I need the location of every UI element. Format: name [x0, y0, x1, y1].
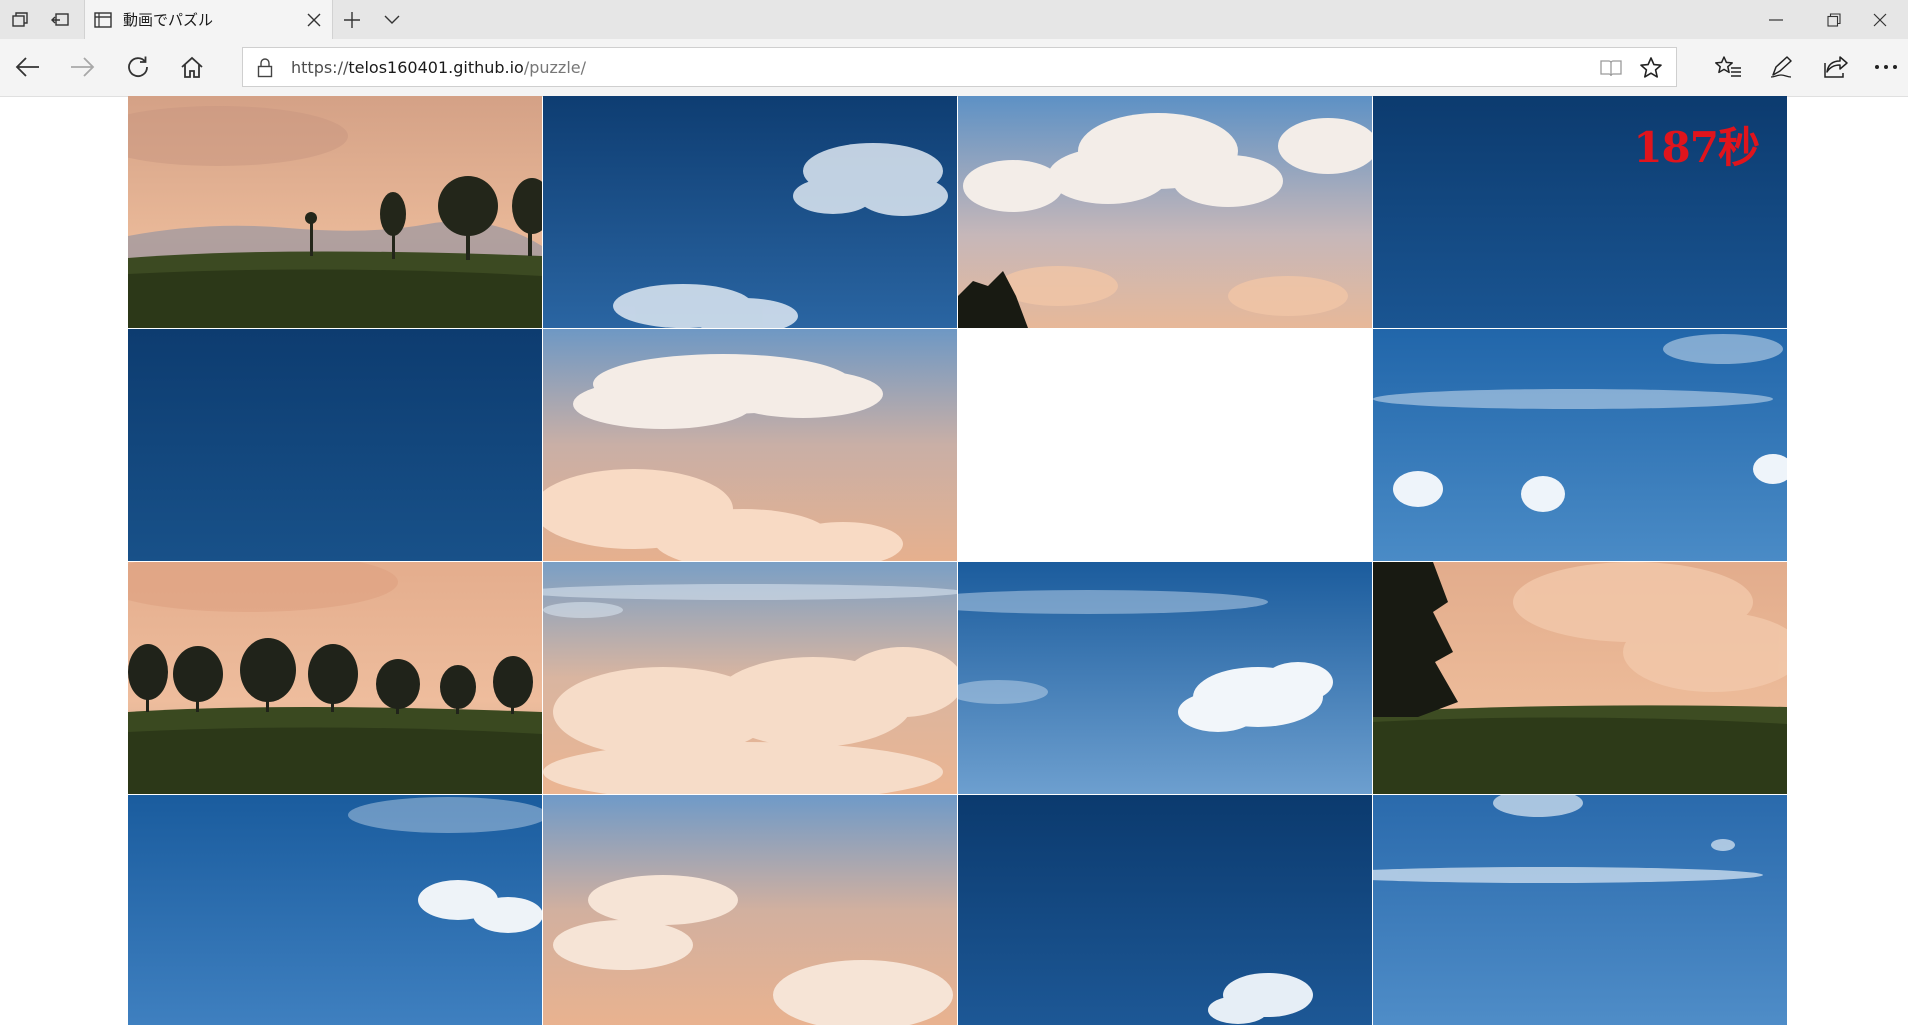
puzzle-tile-r1c4[interactable]: 187秒	[1373, 96, 1787, 328]
puzzle-tile-r1c3[interactable]	[958, 96, 1372, 328]
reading-view-icon[interactable]	[1596, 54, 1626, 82]
tab-manager-icon[interactable]	[0, 0, 40, 39]
puzzle-tile-r3c3[interactable]	[958, 562, 1372, 794]
lock-icon	[257, 58, 275, 78]
tab-preview-chevron-icon[interactable]	[372, 0, 412, 39]
tab-active[interactable]: 動画でパズル	[84, 0, 333, 39]
favorite-star-icon[interactable]	[1636, 54, 1666, 82]
forward-arrow-icon[interactable]	[60, 47, 104, 87]
timer-text: 187秒	[1633, 123, 1760, 172]
page-icon	[93, 10, 113, 30]
refresh-icon[interactable]	[116, 47, 160, 87]
tab-close-icon[interactable]	[302, 8, 326, 32]
puzzle-tile-r3c2[interactable]	[543, 562, 957, 794]
address-bar[interactable]: https://telos160401.github.io/puzzle/	[242, 47, 1677, 87]
back-arrow-icon[interactable]	[6, 47, 50, 87]
puzzle-tile-r2c4[interactable]	[1373, 329, 1787, 561]
puzzle-tile-r4c3[interactable]	[958, 795, 1372, 1025]
url-path: /puzzle/	[523, 58, 587, 77]
puzzle-tile-r4c1[interactable]	[128, 795, 542, 1025]
more-dots-icon[interactable]	[1864, 47, 1908, 87]
new-tab-icon[interactable]	[332, 0, 372, 39]
puzzle-empty-slot	[958, 329, 1372, 561]
favorites-hub-icon[interactable]	[1706, 47, 1750, 87]
puzzle-tile-r3c1[interactable]	[128, 562, 542, 794]
url-scheme: https://	[291, 58, 349, 77]
set-aside-tabs-icon[interactable]	[40, 0, 80, 39]
home-icon[interactable]	[170, 47, 214, 87]
url-host: telos160401.github.io	[348, 58, 524, 77]
url-text[interactable]: https://telos160401.github.io/puzzle/	[291, 58, 586, 77]
puzzle-tile-r1c1[interactable]	[128, 96, 542, 328]
navigation-bar: https://telos160401.github.io/puzzle/	[0, 39, 1908, 97]
pen-notes-icon[interactable]	[1760, 47, 1804, 87]
puzzle-tile-r3c4[interactable]	[1373, 562, 1787, 794]
puzzle-tile-r4c4[interactable]	[1373, 795, 1787, 1025]
share-icon[interactable]	[1814, 47, 1858, 87]
minimize-icon[interactable]	[1748, 0, 1804, 39]
puzzle-tile-r1c2[interactable]	[543, 96, 957, 328]
puzzle-tile-r2c1[interactable]	[128, 329, 542, 561]
puzzle-tile-r2c2[interactable]	[543, 329, 957, 561]
tab-title: 動画でパズル	[123, 11, 214, 29]
close-icon[interactable]	[1852, 0, 1908, 39]
title-bar: 動画でパズル	[0, 0, 1908, 39]
puzzle-board: 187秒	[128, 96, 1788, 1025]
puzzle-tile-r4c2[interactable]	[543, 795, 957, 1025]
